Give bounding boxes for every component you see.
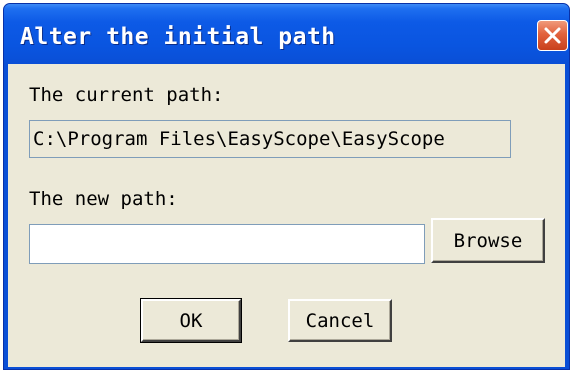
close-icon [544, 27, 561, 44]
window-title: Alter the initial path [20, 24, 336, 50]
current-path-label: The current path: [29, 84, 224, 106]
dialog-window: Alter the initial path The current path:… [3, 3, 570, 370]
new-path-label: The new path: [29, 188, 178, 210]
browse-button[interactable]: Browse [431, 218, 545, 263]
ok-button[interactable]: OK [140, 298, 242, 343]
dialog-body: The current path: C:\Program Files\EasyS… [8, 64, 565, 367]
current-path-field: C:\Program Files\EasyScope\EasyScope [29, 120, 511, 158]
title-bar[interactable]: Alter the initial path [4, 4, 569, 64]
close-button[interactable] [537, 20, 568, 51]
new-path-input[interactable] [29, 224, 425, 264]
cancel-button[interactable]: Cancel [288, 299, 392, 342]
